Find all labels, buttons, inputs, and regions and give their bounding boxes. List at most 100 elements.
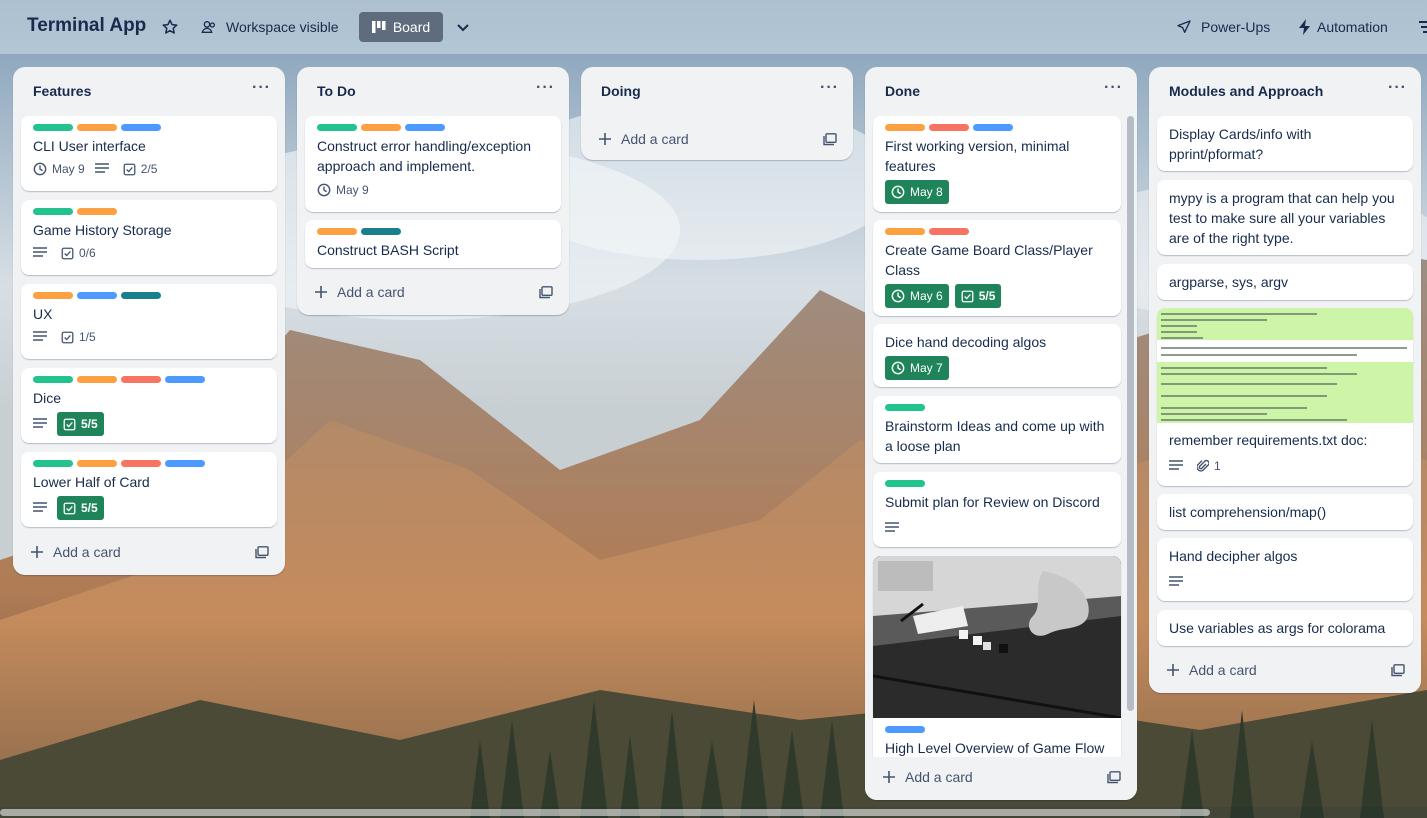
card-submit-plan[interactable]: Submit plan for Review on Discord bbox=[873, 472, 1121, 547]
card-labels[interactable] bbox=[317, 228, 401, 235]
card-labels[interactable] bbox=[33, 292, 161, 299]
label-red[interactable] bbox=[121, 376, 161, 383]
label-green[interactable] bbox=[885, 404, 925, 411]
card-template-icon[interactable] bbox=[1107, 771, 1121, 784]
card-variables-colorama[interactable]: Use variables as args for colorama bbox=[1157, 610, 1413, 646]
list-menu-icon[interactable]: ··· bbox=[1388, 79, 1407, 97]
card-template-icon[interactable] bbox=[1391, 664, 1405, 677]
label-green[interactable] bbox=[317, 124, 357, 131]
card-high-level-overview[interactable]: High Level Overview of Game Flow bbox=[873, 556, 1121, 766]
card-dice[interactable]: Dice 5/5 bbox=[21, 368, 277, 443]
label-blue[interactable] bbox=[973, 124, 1013, 131]
card-game-history-storage[interactable]: Game History Storage 0/6 bbox=[21, 200, 277, 275]
automation-button[interactable]: Automation bbox=[1317, 19, 1388, 35]
card-labels[interactable] bbox=[885, 726, 925, 733]
label-blue[interactable] bbox=[165, 376, 205, 383]
board-scrollbar-thumb[interactable] bbox=[0, 809, 1210, 816]
filter-icon[interactable] bbox=[1419, 20, 1427, 34]
add-card-button[interactable]: Add a card bbox=[315, 284, 405, 300]
label-orange[interactable] bbox=[317, 228, 357, 235]
label-orange[interactable] bbox=[77, 460, 117, 467]
label-green[interactable] bbox=[33, 208, 73, 215]
card-create-game-board-class[interactable]: Create Game Board Class/Player Class May… bbox=[873, 220, 1121, 316]
card-labels[interactable] bbox=[885, 124, 1013, 131]
card-labels[interactable] bbox=[885, 228, 969, 235]
label-blue[interactable] bbox=[405, 124, 445, 131]
card-ux[interactable]: UX 1/5 bbox=[21, 284, 277, 359]
list-title[interactable]: Features bbox=[33, 83, 91, 99]
card-requirements-doc[interactable]: remember requirements.txt doc: 1 bbox=[1157, 308, 1413, 486]
label-green[interactable] bbox=[33, 376, 73, 383]
card-labels[interactable] bbox=[317, 124, 445, 131]
due-date-badge[interactable]: May 7 bbox=[885, 356, 949, 380]
card-labels[interactable] bbox=[885, 404, 925, 411]
card-argparse[interactable]: argparse, sys, argv bbox=[1157, 264, 1413, 300]
board-view-button[interactable]: Board bbox=[359, 12, 443, 42]
due-date-badge[interactable]: May 6 bbox=[885, 284, 949, 308]
label-teal[interactable] bbox=[361, 228, 401, 235]
list-title[interactable]: Done bbox=[885, 83, 920, 99]
card-template-icon[interactable] bbox=[823, 133, 837, 146]
list-menu-icon[interactable]: ··· bbox=[536, 79, 555, 97]
label-blue[interactable] bbox=[885, 726, 925, 733]
list-modules-and-approach[interactable]: Modules and Approach ··· Display Cards/i… bbox=[1149, 67, 1421, 693]
label-orange[interactable] bbox=[361, 124, 401, 131]
card-labels[interactable] bbox=[885, 480, 925, 487]
label-green[interactable] bbox=[885, 480, 925, 487]
board-title[interactable]: Terminal App bbox=[27, 15, 146, 37]
label-red[interactable] bbox=[121, 460, 161, 467]
card-list-comprehension[interactable]: list comprehension/map() bbox=[1157, 494, 1413, 530]
label-red[interactable] bbox=[929, 124, 969, 131]
list-features[interactable]: Features ··· CLI User interface May 9 2/… bbox=[13, 67, 285, 575]
chevron-down-icon[interactable] bbox=[455, 19, 471, 35]
due-date-badge[interactable]: May 8 bbox=[885, 180, 949, 204]
card-labels[interactable] bbox=[33, 124, 161, 131]
scrollbar-thumb[interactable] bbox=[1127, 116, 1134, 711]
card-mypy[interactable]: mypy is a program that can help you test… bbox=[1157, 180, 1413, 255]
list-menu-icon[interactable]: ··· bbox=[820, 79, 839, 97]
label-green[interactable] bbox=[33, 460, 73, 467]
label-orange[interactable] bbox=[77, 208, 117, 215]
list-menu-icon[interactable]: ··· bbox=[1104, 79, 1123, 97]
card-template-icon[interactable] bbox=[539, 286, 553, 299]
card-construct-bash-script[interactable]: Construct BASH Script bbox=[305, 220, 561, 268]
card-brainstorm-ideas[interactable]: Brainstorm Ideas and come up with a loos… bbox=[873, 396, 1121, 463]
due-date-badge[interactable]: May 9 bbox=[33, 162, 85, 176]
label-red[interactable] bbox=[929, 228, 969, 235]
add-card-button[interactable]: Add a card bbox=[31, 544, 121, 560]
card-labels[interactable] bbox=[33, 460, 205, 467]
label-orange[interactable] bbox=[77, 376, 117, 383]
list-to-do[interactable]: To Do ··· Construct error handling/excep… bbox=[297, 67, 569, 315]
card-labels[interactable] bbox=[33, 376, 205, 383]
workspace-visible-button[interactable]: Workspace visible bbox=[226, 19, 339, 35]
list-title[interactable]: Modules and Approach bbox=[1169, 83, 1323, 99]
list-scrollbar[interactable] bbox=[1127, 116, 1134, 711]
label-blue[interactable] bbox=[77, 292, 117, 299]
label-orange[interactable] bbox=[885, 124, 925, 131]
list-title[interactable]: To Do bbox=[317, 83, 356, 99]
label-orange[interactable] bbox=[885, 228, 925, 235]
add-card-button[interactable]: Add a card bbox=[599, 131, 689, 147]
label-teal[interactable] bbox=[121, 292, 161, 299]
card-labels[interactable] bbox=[33, 208, 117, 215]
card-cli-user-interface[interactable]: CLI User interface May 9 2/5 bbox=[21, 116, 277, 191]
card-hand-decipher-algos[interactable]: Hand decipher algos bbox=[1157, 538, 1413, 601]
add-card-button[interactable]: Add a card bbox=[1167, 662, 1257, 678]
card-construct-error-handling[interactable]: Construct error handling/exception appro… bbox=[305, 116, 561, 212]
due-date-badge[interactable]: May 9 bbox=[317, 183, 369, 197]
board-scrollbar[interactable] bbox=[0, 807, 1427, 818]
add-card-button[interactable]: Add a card bbox=[883, 769, 973, 785]
list-menu-icon[interactable]: ··· bbox=[252, 79, 271, 97]
label-blue[interactable] bbox=[121, 124, 161, 131]
list-doing[interactable]: Doing ··· Add a card bbox=[581, 67, 853, 160]
power-ups-button[interactable]: Power-Ups bbox=[1201, 19, 1270, 35]
star-icon[interactable] bbox=[161, 18, 179, 36]
list-title[interactable]: Doing bbox=[601, 83, 641, 99]
list-done[interactable]: Done ··· First working version, minimal … bbox=[865, 67, 1137, 800]
card-template-icon[interactable] bbox=[255, 546, 269, 559]
card-first-working-version[interactable]: First working version, minimal features … bbox=[873, 116, 1121, 212]
card-lower-half-of-card[interactable]: Lower Half of Card 5/5 bbox=[21, 452, 277, 527]
card-dice-hand-decoding[interactable]: Dice hand decoding algos May 7 bbox=[873, 324, 1121, 387]
label-green[interactable] bbox=[33, 124, 73, 131]
label-orange[interactable] bbox=[77, 124, 117, 131]
